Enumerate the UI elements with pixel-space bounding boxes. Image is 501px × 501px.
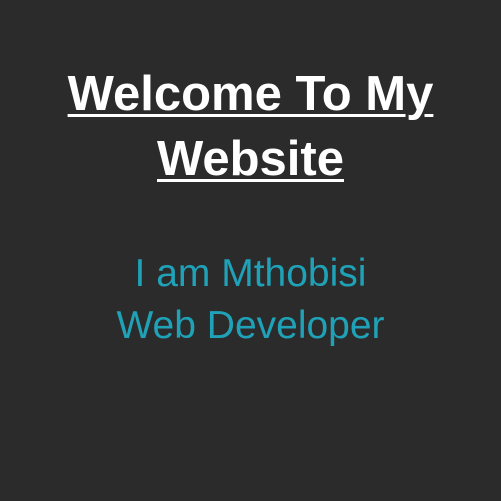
intro-text: I am Mthobisi Web Developer [0, 248, 501, 352]
welcome-heading-line-2: Website [157, 132, 344, 186]
intro-role: Web Developer [116, 304, 385, 347]
welcome-heading-line-1: Welcome To My [67, 67, 434, 121]
intro-name: I am Mthobisi [134, 252, 367, 295]
welcome-heading: Welcome To My Website [0, 62, 501, 192]
page: Welcome To My Website I am Mthobisi Web … [0, 0, 501, 501]
